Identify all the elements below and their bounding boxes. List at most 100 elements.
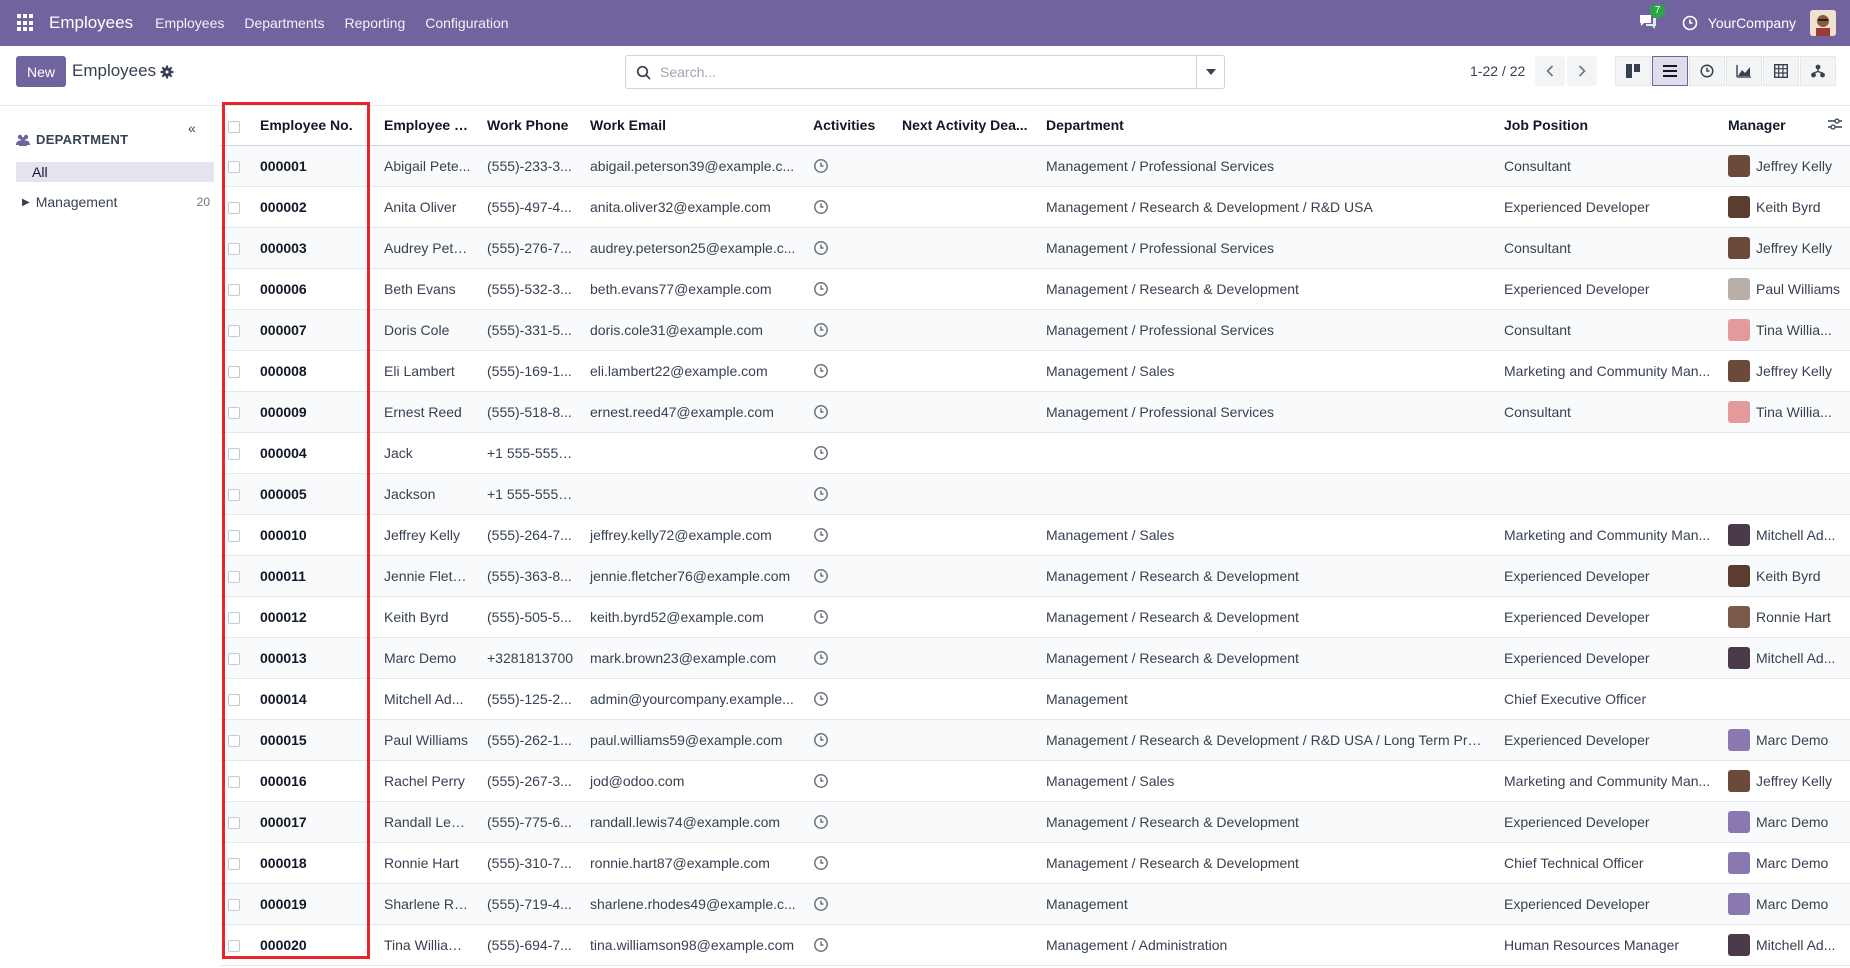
cell-employee-name[interactable]: Marc Demo xyxy=(376,637,479,679)
row-checkbox[interactable] xyxy=(228,447,240,460)
cell-job-position[interactable]: Experienced Developer xyxy=(1496,555,1720,597)
manager-avatar[interactable] xyxy=(1728,728,1750,751)
list-view-button[interactable] xyxy=(1652,56,1688,86)
cell-job-position[interactable] xyxy=(1496,432,1720,474)
cell-activities[interactable] xyxy=(805,145,894,187)
cell-employee-name[interactable]: Jackson xyxy=(376,473,479,515)
cell-activities[interactable] xyxy=(805,391,894,433)
pager-previous-button[interactable] xyxy=(1535,56,1565,86)
activity-clock-icon[interactable] xyxy=(813,445,829,461)
cell-work-phone[interactable]: (555)-331-5... xyxy=(479,309,582,351)
gear-icon[interactable] xyxy=(160,65,174,79)
cell-work-phone[interactable]: (555)-169-1... xyxy=(479,350,582,392)
cell-work-phone[interactable]: (555)-532-3... xyxy=(479,268,582,310)
cell-employee-no[interactable]: 000018 xyxy=(252,842,376,884)
cell-department[interactable]: Management / Sales xyxy=(1038,350,1496,392)
cell-department[interactable]: Management / Professional Services xyxy=(1038,227,1496,269)
cell-employee-name[interactable]: Ronnie Hart xyxy=(376,842,479,884)
manager-avatar[interactable] xyxy=(1728,851,1750,874)
column-employee-no[interactable]: Employee No. xyxy=(252,106,376,146)
cell-job-position[interactable]: Consultant xyxy=(1496,391,1720,433)
cell-employee-name[interactable]: Sharlene Rh... xyxy=(376,883,479,925)
cell-manager[interactable]: Mitchell Ad... xyxy=(1720,637,1850,679)
cell-job-position[interactable]: Experienced Developer xyxy=(1496,801,1720,843)
cell-manager[interactable]: Mitchell Ad... xyxy=(1720,924,1850,966)
cell-department[interactable]: Management xyxy=(1038,883,1496,925)
cell-work-phone[interactable]: +3281813700 xyxy=(479,637,582,679)
manager-chip[interactable]: Marc Demo xyxy=(1728,851,1842,874)
cell-next-activity-deadline[interactable] xyxy=(894,432,1038,474)
row-select-cell[interactable] xyxy=(220,555,252,597)
cell-work-email[interactable] xyxy=(582,473,805,515)
cell-employee-name[interactable]: Anita Oliver xyxy=(376,186,479,228)
row-checkbox[interactable] xyxy=(228,529,240,542)
cell-activities[interactable] xyxy=(805,555,894,597)
cell-job-position[interactable]: Experienced Developer xyxy=(1496,596,1720,638)
manager-avatar[interactable] xyxy=(1728,933,1750,956)
manager-chip[interactable]: Mitchell Ad... xyxy=(1728,933,1842,956)
table-row[interactable]: 000019 Sharlene Rh... (555)-719-4... sharle… xyxy=(220,883,1850,925)
cell-employee-no[interactable]: 000016 xyxy=(252,760,376,802)
cell-department[interactable]: Management / Professional Services xyxy=(1038,309,1496,351)
pager-value[interactable]: 1-22 / 22 xyxy=(1470,63,1525,79)
manager-avatar[interactable] xyxy=(1728,646,1750,669)
cell-manager[interactable]: Jeffrey Kelly xyxy=(1720,350,1850,392)
cell-work-phone[interactable]: (555)-363-8... xyxy=(479,555,582,597)
manager-chip[interactable]: Tina Willia... xyxy=(1728,318,1842,341)
activity-clock-icon[interactable] xyxy=(813,158,829,174)
row-checkbox[interactable] xyxy=(228,939,240,952)
cell-job-position[interactable]: Marketing and Community Man... xyxy=(1496,760,1720,802)
manager-avatar[interactable] xyxy=(1728,236,1750,259)
cell-department[interactable]: Management / Research & Development xyxy=(1038,842,1496,884)
column-work-phone[interactable]: Work Phone xyxy=(479,106,582,146)
manager-avatar[interactable] xyxy=(1728,359,1750,382)
row-checkbox[interactable] xyxy=(228,652,240,665)
activity-clock-icon[interactable] xyxy=(813,281,829,297)
row-select-cell[interactable] xyxy=(220,637,252,679)
row-select-cell[interactable] xyxy=(220,678,252,720)
cell-manager[interactable]: Tina Willia... xyxy=(1720,309,1850,351)
cell-work-email[interactable]: keith.byrd52@example.com xyxy=(582,596,805,638)
manager-chip[interactable]: Keith Byrd xyxy=(1728,564,1842,587)
cell-activities[interactable] xyxy=(805,637,894,679)
hierarchy-view-button[interactable] xyxy=(1800,56,1836,86)
row-select-cell[interactable] xyxy=(220,924,252,966)
cell-work-email[interactable]: jennie.fletcher76@example.com xyxy=(582,555,805,597)
cell-department[interactable]: Management / Administration xyxy=(1038,924,1496,966)
cell-job-position[interactable]: Consultant xyxy=(1496,145,1720,187)
cell-job-position[interactable]: Experienced Developer xyxy=(1496,637,1720,679)
cell-manager[interactable] xyxy=(1720,432,1850,474)
row-checkbox[interactable] xyxy=(228,160,240,173)
activity-clock-icon[interactable] xyxy=(813,240,829,256)
cell-job-position[interactable]: Experienced Developer xyxy=(1496,268,1720,310)
manager-chip[interactable]: Jeffrey Kelly xyxy=(1728,236,1842,259)
cell-employee-no[interactable]: 000008 xyxy=(252,350,376,392)
cell-work-email[interactable]: mark.brown23@example.com xyxy=(582,637,805,679)
activity-clock-icon[interactable] xyxy=(813,896,829,912)
menu-configuration[interactable]: Configuration xyxy=(425,15,508,31)
manager-avatar[interactable] xyxy=(1728,892,1750,915)
cell-job-position[interactable]: Experienced Developer xyxy=(1496,719,1720,761)
cell-employee-no[interactable]: 000015 xyxy=(252,719,376,761)
cell-employee-name[interactable]: Abigail Pete... xyxy=(376,145,479,187)
menu-employees[interactable]: Employees xyxy=(155,15,224,31)
row-checkbox[interactable] xyxy=(228,693,240,706)
activity-clock-icon[interactable] xyxy=(1682,15,1698,31)
pager-next-button[interactable] xyxy=(1567,56,1597,86)
cell-job-position[interactable]: Consultant xyxy=(1496,227,1720,269)
manager-avatar[interactable] xyxy=(1728,400,1750,423)
column-employee-name[interactable]: Employee N... xyxy=(376,106,479,146)
cell-employee-name[interactable]: Jennie Fletc... xyxy=(376,555,479,597)
cell-work-phone[interactable]: (555)-518-8... xyxy=(479,391,582,433)
cell-job-position[interactable]: Consultant xyxy=(1496,309,1720,351)
row-select-cell[interactable] xyxy=(220,596,252,638)
cell-work-email[interactable]: paul.williams59@example.com xyxy=(582,719,805,761)
cell-work-phone[interactable]: (555)-262-1... xyxy=(479,719,582,761)
cell-department[interactable]: Management / Research & Development xyxy=(1038,268,1496,310)
cell-work-phone[interactable]: (555)-719-4... xyxy=(479,883,582,925)
activity-clock-icon[interactable] xyxy=(813,650,829,666)
cell-work-email[interactable]: beth.evans77@example.com xyxy=(582,268,805,310)
department-filter-all[interactable]: All xyxy=(16,162,214,182)
table-row[interactable]: 000017 Randall Lewis (555)-775-6... randall… xyxy=(220,801,1850,843)
cell-activities[interactable] xyxy=(805,760,894,802)
